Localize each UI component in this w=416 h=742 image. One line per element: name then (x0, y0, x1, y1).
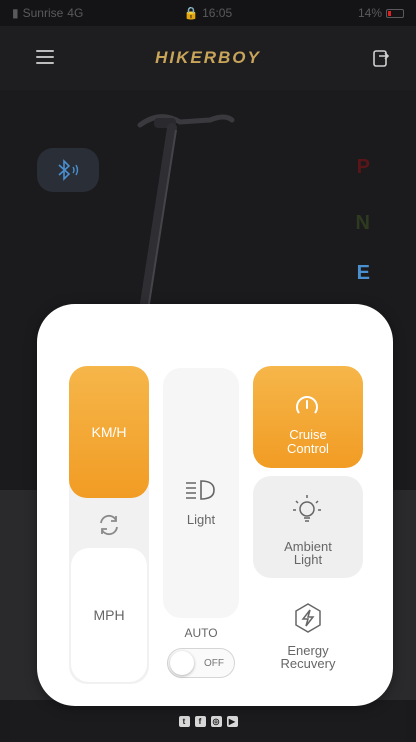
ambient-light-button[interactable]: Ambient Light (253, 476, 363, 578)
brand-logo: HIKERBOY (155, 48, 261, 67)
auto-label: AUTO (184, 626, 218, 640)
battery-icon (386, 8, 404, 18)
auto-light-toggle[interactable]: OFF (167, 648, 235, 678)
cruise-label: Cruise Control (253, 428, 363, 456)
lock-icon: 🔒 (183, 6, 199, 20)
gear-e[interactable]: E (357, 262, 370, 285)
app-header: HIKERBOY (0, 26, 416, 90)
cruise-control-button[interactable]: Cruise Control (253, 366, 363, 468)
export-icon[interactable] (370, 46, 394, 70)
gear-p[interactable]: P (357, 156, 370, 179)
status-bar: ▮ Sunrise 4G 🔒 16:05 14% (0, 0, 416, 26)
unit-mph-button[interactable]: MPH (71, 548, 147, 682)
instagram-icon[interactable]: ◎ (210, 715, 222, 727)
toggle-state: OFF (204, 658, 224, 669)
unit-kmh-button[interactable]: KM/H (69, 366, 149, 498)
bluetooth-button[interactable] (37, 148, 99, 192)
bluetooth-icon (58, 159, 79, 181)
unit-selector: KM/H MPH (69, 366, 149, 684)
time: 16:05 (202, 6, 233, 20)
toggle-knob (170, 651, 194, 675)
scooter-image (137, 114, 235, 310)
energy-icon (295, 603, 321, 633)
youtube-icon[interactable]: ▶ (226, 715, 238, 727)
cruise-label-line1: Cruise (289, 427, 327, 442)
control-panel: KM/H MPH Light AUTO OFF Cruise Control A… (37, 304, 393, 706)
footer: t f ◎ ▶ (10, 700, 406, 742)
headlight-icon (186, 480, 215, 500)
gear-n[interactable]: N (356, 212, 370, 235)
energy-label: Energy Recuvery (253, 644, 363, 670)
clock: 🔒 16:05 (0, 6, 416, 20)
energy-recovery-button[interactable]: Energy Recuvery (253, 600, 363, 688)
speedometer-icon (296, 396, 318, 414)
swap-icon[interactable] (96, 512, 122, 538)
ambient-label-line2: Light (293, 552, 323, 567)
menu-icon[interactable] (36, 50, 54, 64)
bulb-icon (293, 495, 321, 522)
facebook-icon[interactable]: f (194, 715, 206, 727)
cruise-label-line2: Control (287, 441, 329, 456)
light-label: Light (186, 512, 216, 527)
energy-label-line2: Recuvery (280, 656, 336, 671)
twitter-icon[interactable]: t (178, 715, 190, 727)
light-button[interactable]: Light (163, 368, 239, 618)
ambient-label: Ambient Light (253, 540, 363, 566)
